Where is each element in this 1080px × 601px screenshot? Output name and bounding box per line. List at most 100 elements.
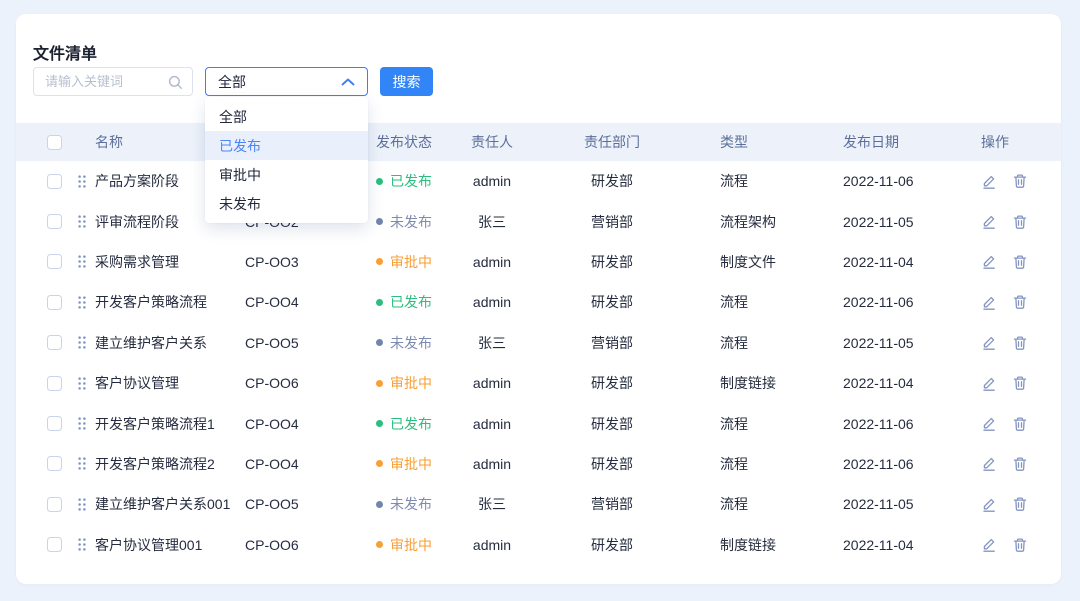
row-checkbox[interactable]	[47, 254, 62, 269]
drag-handle-icon[interactable]	[78, 457, 86, 470]
delete-button[interactable]	[1012, 416, 1028, 432]
trash-icon	[1012, 254, 1028, 270]
trash-icon	[1012, 416, 1028, 432]
table-row-2: 评审流程阶段 CP-OO2 未发布 张三 营销部 流程架构 2022-11-05	[16, 201, 1061, 241]
dropdown-option-2[interactable]: 已发布	[205, 131, 368, 160]
cell-code: CP-OO4	[230, 294, 370, 310]
col-header-type: 类型	[700, 132, 830, 152]
edit-button[interactable]	[981, 294, 997, 311]
delete-button[interactable]	[1012, 173, 1028, 189]
edit-button[interactable]	[981, 496, 997, 513]
cell-status: 未发布	[370, 494, 460, 514]
cell-date: 2022-11-04	[830, 375, 960, 391]
cell-date: 2022-11-04	[830, 537, 960, 553]
cell-dept: 营销部	[524, 494, 700, 514]
drag-handle-icon[interactable]	[78, 296, 86, 309]
cell-status: 审批中	[370, 454, 460, 474]
cell-type: 制度文件	[700, 252, 830, 272]
table-row-7: 开发客户策略流程1 CP-OO4 已发布 admin 研发部 流程 2022-1…	[16, 403, 1061, 443]
edit-pencil-icon	[981, 294, 997, 311]
cell-status: 审批中	[370, 373, 460, 393]
delete-button[interactable]	[1012, 537, 1028, 553]
col-header-owner: 责任人	[460, 132, 524, 152]
edit-button[interactable]	[981, 334, 997, 351]
edit-button[interactable]	[981, 253, 997, 270]
drag-handle-icon[interactable]	[78, 498, 86, 511]
edit-button[interactable]	[981, 213, 997, 230]
edit-pencil-icon	[981, 536, 997, 553]
delete-button[interactable]	[1012, 294, 1028, 310]
cell-dept: 营销部	[524, 333, 700, 353]
status-dot-icon	[376, 218, 383, 225]
select-all-checkbox[interactable]	[47, 135, 62, 150]
dropdown-option-1[interactable]: 全部	[205, 102, 368, 131]
cell-code: CP-OO6	[230, 537, 370, 553]
cell-code: CP-OO6	[230, 375, 370, 391]
cell-owner: 张三	[460, 333, 524, 353]
edit-pencil-icon	[981, 253, 997, 270]
cell-code: CP-OO5	[230, 335, 370, 351]
edit-button[interactable]	[981, 415, 997, 432]
cell-date: 2022-11-05	[830, 214, 960, 230]
edit-pencil-icon	[981, 375, 997, 392]
edit-button[interactable]	[981, 173, 997, 190]
table-header: 名称 发布状态 责任人 责任部门 类型 发布日期 操作	[16, 123, 1061, 161]
row-checkbox[interactable]	[47, 376, 62, 391]
row-checkbox[interactable]	[47, 456, 62, 471]
search-button[interactable]: 搜索	[380, 67, 433, 96]
table-row-9: 建立维护客户关系001 CP-OO5 未发布 张三 营销部 流程 2022-11…	[16, 484, 1061, 524]
cell-code: CP-OO4	[230, 416, 370, 432]
cell-type: 流程	[700, 494, 830, 514]
cell-type: 制度链接	[700, 535, 830, 555]
drag-handle-icon[interactable]	[78, 538, 86, 551]
status-dot-icon	[376, 178, 383, 185]
cell-status: 未发布	[370, 333, 460, 353]
dropdown-option-3[interactable]: 审批中	[205, 160, 368, 189]
trash-icon	[1012, 214, 1028, 230]
cell-dept: 研发部	[524, 292, 700, 312]
row-checkbox[interactable]	[47, 416, 62, 431]
row-checkbox[interactable]	[47, 497, 62, 512]
dropdown-option-4[interactable]: 未发布	[205, 189, 368, 218]
row-checkbox[interactable]	[47, 174, 62, 189]
cell-name: 客户协议管理	[95, 373, 179, 393]
drag-handle-icon[interactable]	[78, 255, 86, 268]
row-checkbox[interactable]	[47, 335, 62, 350]
status-dot-icon	[376, 258, 383, 265]
cell-date: 2022-11-06	[830, 416, 960, 432]
delete-button[interactable]	[1012, 214, 1028, 230]
status-dot-icon	[376, 460, 383, 467]
cell-dept: 营销部	[524, 212, 700, 232]
delete-button[interactable]	[1012, 335, 1028, 351]
edit-button[interactable]	[981, 455, 997, 472]
drag-handle-icon[interactable]	[78, 175, 86, 188]
delete-button[interactable]	[1012, 456, 1028, 472]
cell-name: 建立维护客户关系	[95, 333, 207, 353]
status-dot-icon	[376, 339, 383, 346]
edit-pencil-icon	[981, 334, 997, 351]
drag-handle-icon[interactable]	[78, 336, 86, 349]
row-checkbox[interactable]	[47, 214, 62, 229]
cell-date: 2022-11-06	[830, 173, 960, 189]
row-checkbox[interactable]	[47, 537, 62, 552]
cell-owner: admin	[460, 254, 524, 270]
status-filter-select[interactable]: 全部	[205, 67, 368, 96]
cell-owner: admin	[460, 456, 524, 472]
file-table: 名称 发布状态 责任人 责任部门 类型 发布日期 操作 产品方案阶段 CP-OO…	[16, 123, 1061, 565]
delete-button[interactable]	[1012, 375, 1028, 391]
status-dot-icon	[376, 420, 383, 427]
row-checkbox[interactable]	[47, 295, 62, 310]
delete-button[interactable]	[1012, 254, 1028, 270]
edit-button[interactable]	[981, 536, 997, 553]
col-header-dept: 责任部门	[524, 132, 700, 152]
cell-owner: admin	[460, 375, 524, 391]
toolbar: 全部 搜索	[33, 67, 433, 96]
edit-button[interactable]	[981, 375, 997, 392]
drag-handle-icon[interactable]	[78, 377, 86, 390]
status-dot-icon	[376, 541, 383, 548]
page-title: 文件清单	[33, 40, 97, 64]
drag-handle-icon[interactable]	[78, 417, 86, 430]
delete-button[interactable]	[1012, 496, 1028, 512]
cell-type: 流程	[700, 333, 830, 353]
drag-handle-icon[interactable]	[78, 215, 86, 228]
